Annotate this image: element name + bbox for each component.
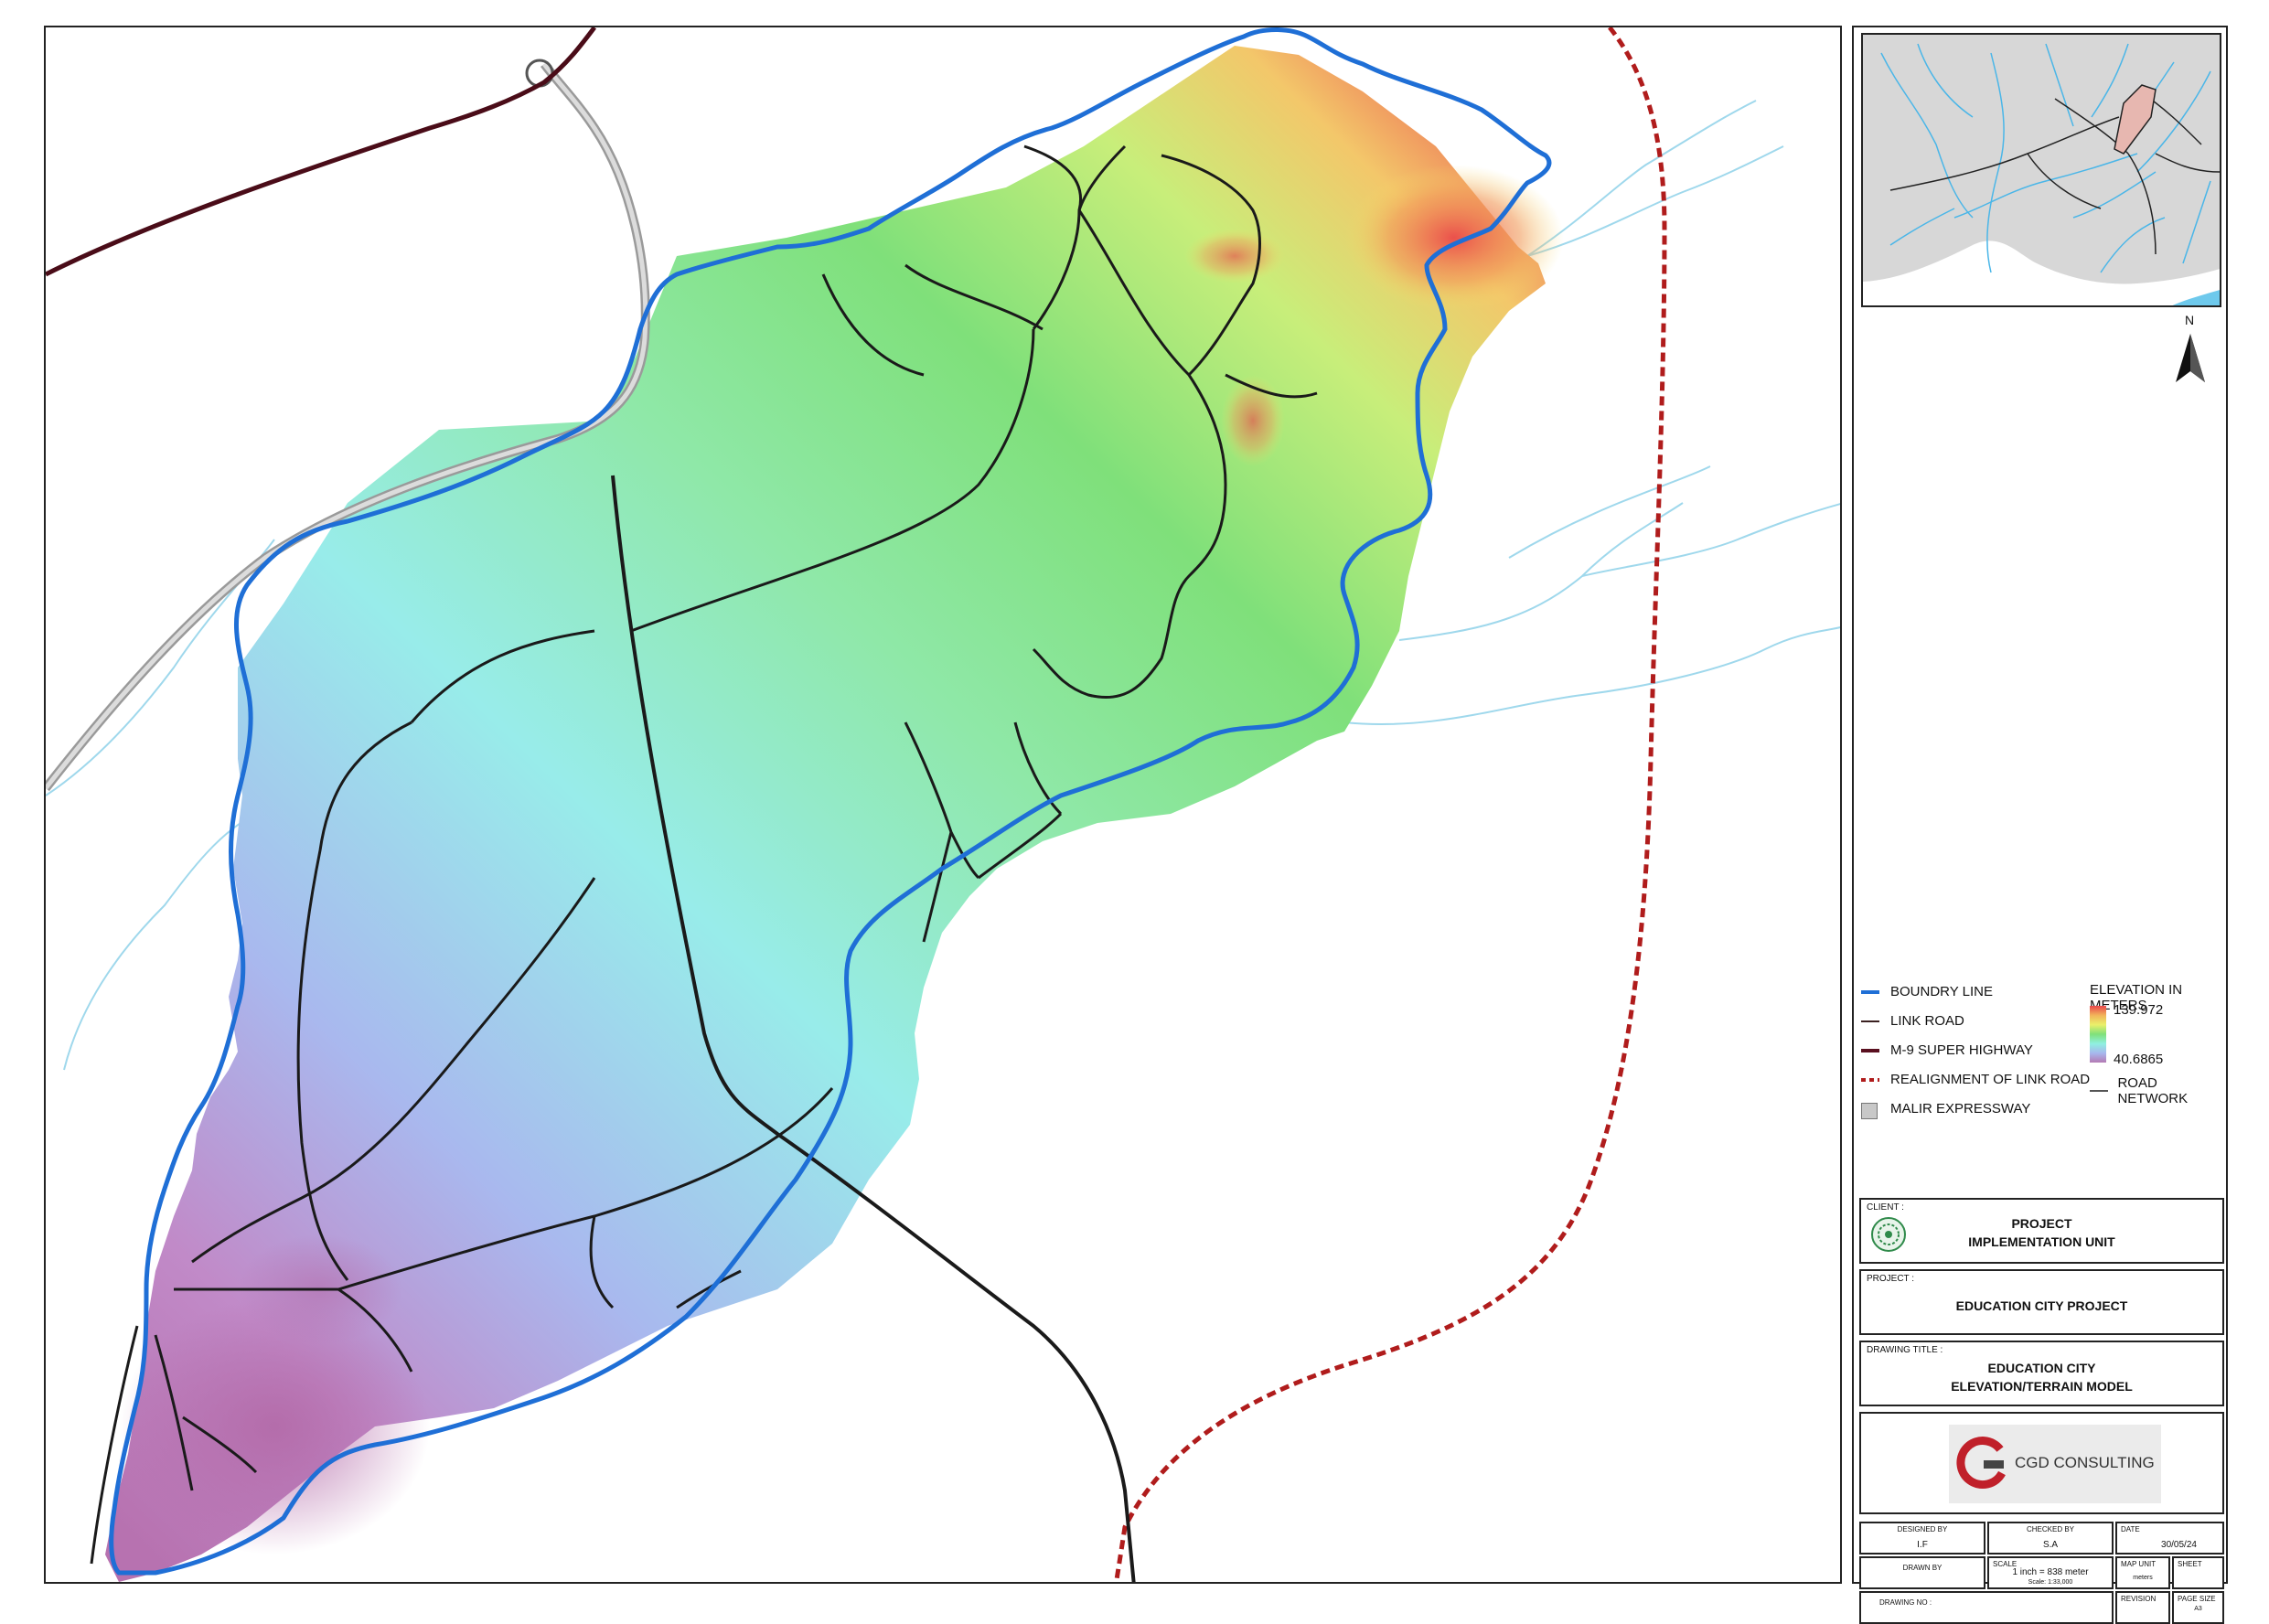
legend-item-expressway: MALIR EXPRESSWAY (1861, 1101, 2030, 1119)
map-legend: BOUNDRY LINE LINK ROAD M-9 SUPER HIGHWAY… (1861, 978, 2222, 1170)
realignment-symbol (1861, 1074, 1879, 1086)
scale-cell: SCALE 1 inch = 838 meter Scale: 1:33,000 (1987, 1556, 2114, 1589)
link-road-symbol (1861, 1015, 1879, 1028)
drawn-by-cell: DRAWN BY (1859, 1556, 1985, 1589)
legend-item-road-network: ROAD NETWORK (2090, 1075, 2222, 1106)
designed-by-cell: DESIGNED BY I.F (1859, 1522, 1985, 1555)
elevation-color-ramp (2090, 1006, 2106, 1063)
north-arrow-icon (2176, 334, 2205, 382)
title-panel: N BOUNDRY LINE LINK ROAD M-9 SUPER HIGHW… (1852, 26, 2228, 1624)
company-logo: CGD CONSULTING (1949, 1425, 2161, 1503)
date-cell: DATE 30/05/24 (2115, 1522, 2224, 1555)
super-highway-symbol (1861, 1044, 1879, 1057)
cgd-logo-icon (1956, 1437, 2006, 1489)
legend-item-boundary: BOUNDRY LINE (1861, 984, 1993, 999)
legend-item-super-highway: M-9 SUPER HIGHWAY (1861, 1042, 2033, 1058)
road-network-symbol (2090, 1084, 2108, 1097)
project-box: PROJECT : EDUCATION CITY PROJECT (1859, 1269, 2224, 1335)
elevation-min: 40.6865 (2114, 1052, 2164, 1067)
north-arrow: N (2172, 313, 2209, 386)
m9-super-highway (46, 27, 596, 277)
low-elevation-zone (119, 1298, 430, 1555)
legend-item-realignment: REALIGNMENT OF LINK ROAD (1861, 1072, 2090, 1087)
north-label: N (2185, 313, 2195, 327)
page-size-cell: PAGE SIZE A3 (2172, 1591, 2224, 1624)
legend-item-link-road: LINK ROAD (1861, 1013, 1964, 1029)
location-inset-map (1861, 33, 2221, 307)
project-name: EDUCATION CITY PROJECT (1955, 1298, 2128, 1313)
drawing-no-cell: DRAWING NO : (1859, 1591, 2114, 1624)
revision-cell: REVISION (2115, 1591, 2170, 1624)
company-logo-box: CGD CONSULTING (1859, 1412, 2224, 1514)
checked-by-cell: CHECKED BY S.A (1987, 1522, 2114, 1555)
client-box: CLIENT : PROJECT IMPLEMENTATION UNIT (1859, 1198, 2224, 1264)
map-frame[interactable] (44, 26, 1842, 1584)
elevation-map[interactable] (46, 27, 1842, 1584)
sheet-cell: SHEET (2172, 1556, 2224, 1589)
high-elevation-zone (1344, 165, 1564, 311)
high-elevation-zone (1184, 229, 1285, 283)
map-unit-cell: MAP UNIT meters (2115, 1556, 2170, 1589)
drawing-title-box: DRAWING TITLE : EDUCATION CITY ELEVATION… (1859, 1341, 2224, 1406)
elevation-max: 139.972 (2114, 1002, 2164, 1018)
boundary-line-symbol (1861, 986, 1879, 999)
expressway-symbol (1861, 1102, 1879, 1119)
